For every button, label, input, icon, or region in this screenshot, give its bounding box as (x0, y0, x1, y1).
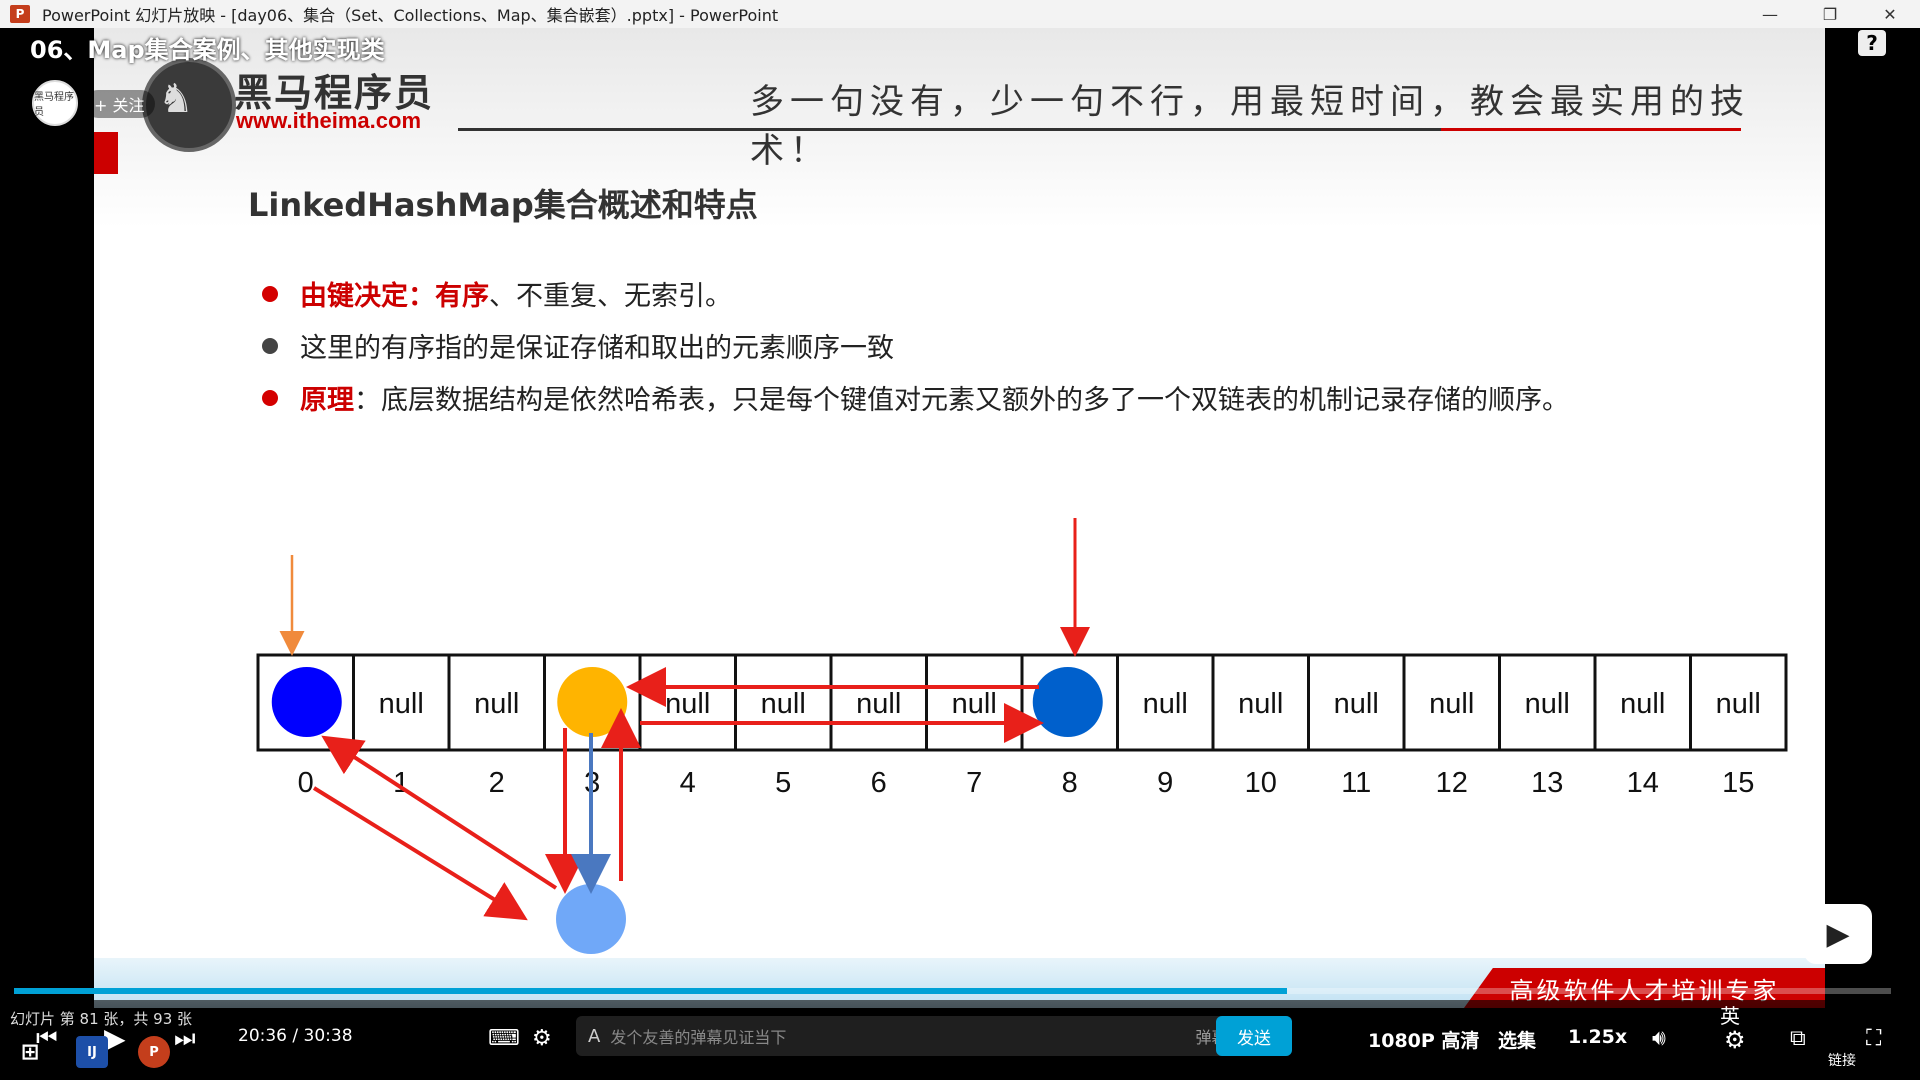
danmu-settings-icon[interactable]: ⚙ (532, 1026, 552, 1051)
red-arrow (312, 786, 528, 921)
link-label[interactable]: 链接 (1828, 1050, 1856, 1070)
cell-null-label: null (1716, 688, 1761, 720)
quality-button[interactable]: 1080P 高清 (1368, 1026, 1479, 1053)
powerpoint-taskbar-icon[interactable]: P (138, 1036, 170, 1068)
send-button[interactable]: 发送 (1216, 1016, 1292, 1056)
cell-null-label: null (1429, 688, 1474, 720)
index-label: 13 (1531, 767, 1563, 799)
cell-null-label: null (379, 688, 424, 720)
cell-null-label: null (474, 688, 519, 720)
index-label: 12 (1436, 767, 1468, 799)
window-title: PowerPoint 幻灯片放映 - [day06、集合（Set、Collect… (42, 6, 779, 25)
bilibili-tv-icon[interactable]: ▶ (1804, 904, 1872, 964)
player-controls: 幻灯片 第 81 张，共 93 张 ⏮ ▶ ⏭ 20:36 / 30:38 ⌨ … (0, 1000, 1920, 1080)
cell-null-label: null (1525, 688, 1570, 720)
windows-start-icon[interactable]: ⊞ (14, 1036, 46, 1068)
time-total: 30:38 (303, 1026, 353, 1046)
window-titlebar: P PowerPoint 幻灯片放映 - [day06、集合（Set、Colle… (0, 0, 1920, 29)
powerpoint-icon: P (10, 5, 30, 23)
index-label: 9 (1157, 767, 1173, 799)
danmu-input[interactable]: A 发个友善的弹幕见证当下 弹幕礼仪 > (576, 1016, 1292, 1056)
help-icon[interactable]: ? (1858, 30, 1886, 56)
avatar[interactable]: 黑马程序员 (32, 80, 78, 126)
settings-icon[interactable]: ⚙ (1724, 1026, 1746, 1054)
cell-null-label: null (1143, 688, 1188, 720)
node-0 (271, 667, 342, 737)
cell-null-label: null (1334, 688, 1379, 720)
node-3 (557, 667, 628, 737)
index-label: 0 (298, 767, 314, 799)
index-label: 7 (966, 767, 982, 799)
index-label: 15 (1722, 767, 1754, 799)
follow-button[interactable]: + 关注 (84, 90, 155, 118)
next-icon[interactable]: ⏭ (174, 1024, 196, 1052)
index-label: 10 (1245, 767, 1277, 799)
video-area[interactable]: ♞ 黑马程序员 www.itheima.com 多一句没有，少一句不行，用最短时… (0, 28, 1920, 1080)
time-current: 20:36 (238, 1026, 287, 1046)
index-label: 14 (1627, 767, 1659, 799)
volume-icon[interactable]: 🔊︎ (1652, 1026, 1666, 1051)
intellij-icon[interactable]: IJ (76, 1036, 108, 1068)
subtitle-lang-button[interactable]: 英 (1720, 1000, 1740, 1029)
danmu-toggle-icon[interactable]: ⌨ (488, 1026, 520, 1051)
index-label: 8 (1062, 767, 1078, 799)
close-button[interactable]: ✕ (1860, 0, 1920, 28)
minimize-button[interactable]: — (1740, 0, 1800, 28)
cell-null-label: null (665, 688, 710, 720)
index-label: 2 (489, 767, 505, 799)
cell-null-label: null (761, 688, 806, 720)
cell-null-label: null (952, 688, 997, 720)
index-label: 5 (775, 767, 791, 799)
video-title: 06、Map集合案例、其他实现类 (30, 36, 385, 64)
cell-null-label: null (1620, 688, 1665, 720)
index-label: 6 (871, 767, 887, 799)
node-8 (1032, 667, 1103, 737)
progress-fill (14, 988, 1287, 994)
danmu-placeholder: 发个友善的弹幕见证当下 (610, 1028, 787, 1047)
cell-null-label: null (1238, 688, 1283, 720)
cell-null-label: null (856, 688, 901, 720)
index-label: 4 (680, 767, 696, 799)
fullscreen-icon[interactable]: ⛶ (1866, 1026, 1881, 1051)
time-display: 20:36 / 30:38 (238, 1026, 353, 1046)
progress-bar[interactable] (14, 988, 1891, 994)
index-label: 11 (1341, 767, 1371, 799)
restore-button[interactable]: ❐ (1800, 0, 1860, 28)
pip-icon[interactable]: ⧉ (1790, 1026, 1806, 1051)
text-style-icon[interactable]: A (588, 1026, 600, 1047)
slide: ♞ 黑马程序员 www.itheima.com 多一句没有，少一句不行，用最短时… (94, 28, 1825, 1008)
hashtable-diagram: null null null null null null null null null null… (256, 518, 1788, 954)
speed-button[interactable]: 1.25x (1568, 1026, 1627, 1048)
node-chained (556, 884, 626, 954)
time-separator: / (292, 1026, 299, 1046)
episodes-button[interactable]: 选集 (1498, 1026, 1536, 1053)
